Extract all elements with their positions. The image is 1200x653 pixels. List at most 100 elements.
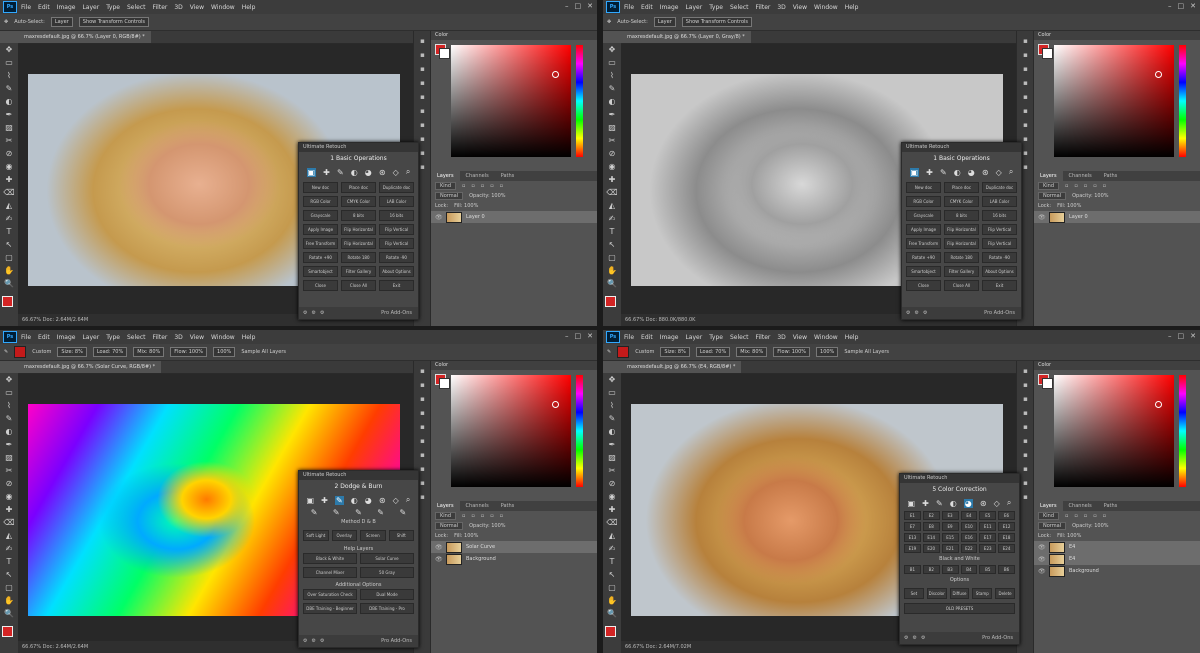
color-effect-button[interactable]: E6 (998, 511, 1015, 520)
marquee-tool-icon[interactable]: ▭ (3, 57, 15, 69)
color-icon[interactable]: ◕ (365, 496, 372, 505)
help-layer-button[interactable]: Solar Curve (360, 553, 414, 564)
color-effect-button[interactable]: E8 (922, 522, 940, 531)
history-brush-icon[interactable]: ✍ (3, 543, 15, 555)
color-effect-button[interactable]: E21 (941, 544, 959, 553)
option-0[interactable]: Auto-Select: (617, 19, 648, 25)
info-icon[interactable]: ⚙ (311, 638, 315, 644)
eye-icon[interactable]: 👁 (1038, 214, 1046, 221)
type-tool-icon[interactable]: T (606, 556, 618, 568)
color-effect-button[interactable]: E11 (979, 522, 997, 531)
menu-item-edit[interactable]: Edit (641, 4, 653, 11)
layer-name[interactable]: Layer 0 (1069, 214, 1088, 220)
panel-button[interactable]: Rotate -90 (982, 252, 1017, 263)
layers-tab-paths[interactable]: Paths (495, 173, 521, 179)
brush-icon[interactable]: ▪ (1021, 79, 1031, 87)
menu-item-window[interactable]: Window (211, 4, 235, 11)
additional-option-button[interactable]: DBE Training - Beginner (303, 603, 357, 614)
panel-button[interactable]: Place doc (341, 182, 376, 193)
panel-button[interactable]: 8 bits (341, 210, 376, 221)
panel-button[interactable]: Flip Vertical (379, 238, 414, 249)
method-button[interactable]: Overlay (331, 530, 357, 541)
adjustment-filter-icon[interactable]: ▫ (471, 513, 474, 519)
zoom-icon[interactable]: ⌕ (1007, 498, 1011, 508)
smartobject-filter-icon[interactable]: ▫ (1103, 183, 1106, 189)
sharpen-tool-icon[interactable]: ◭ (606, 530, 618, 542)
properties-icon[interactable]: ▪ (1021, 51, 1031, 59)
menu-item-layer[interactable]: Layer (82, 334, 99, 341)
info-icon[interactable]: ▪ (418, 149, 428, 157)
tool-preset-icon[interactable]: ✥ (607, 19, 611, 25)
menu-item-select[interactable]: Select (127, 4, 146, 11)
color-icon[interactable]: ◕ (968, 168, 975, 177)
bw-effect-button[interactable]: B6 (998, 565, 1015, 574)
menu-item-image[interactable]: Image (660, 334, 679, 341)
bw-effect-button[interactable]: B2 (922, 565, 940, 574)
menu-item-help[interactable]: Help (845, 334, 859, 341)
pixel-filter-icon[interactable]: ▫ (462, 513, 465, 519)
color-picker-ring[interactable] (552, 401, 559, 408)
color-effect-button[interactable]: E5 (979, 511, 997, 520)
lasso-tool-icon[interactable]: ⌇ (606, 70, 618, 82)
color-effect-button[interactable]: E15 (941, 533, 959, 542)
basic-ops-icon[interactable]: ▣ (908, 499, 916, 508)
crop-tool-icon[interactable]: ✂ (3, 135, 15, 147)
gradient-tool-icon[interactable]: ▨ (3, 122, 15, 134)
adjustment-filter-icon[interactable]: ▫ (1074, 513, 1077, 519)
blend-mode-select[interactable]: Normal (435, 192, 464, 200)
menu-item-image[interactable]: Image (57, 4, 76, 11)
hand-tool-icon[interactable]: ✋ (606, 595, 618, 607)
color-picker-field[interactable] (1054, 45, 1174, 157)
maximize-icon[interactable]: □ (1178, 332, 1185, 340)
gradient-tool-icon[interactable]: ▨ (3, 452, 15, 464)
dodge-tool-icon[interactable]: ✎ (311, 508, 318, 517)
option-button[interactable]: Stamp (972, 588, 993, 599)
character-icon[interactable]: ▪ (1021, 121, 1031, 129)
layer-name[interactable]: E4 (1069, 556, 1075, 562)
menu-item-3d[interactable]: 3D (777, 4, 785, 11)
type-filter-icon[interactable]: ▫ (481, 183, 484, 189)
sharpen-tool-icon[interactable]: ◭ (3, 530, 15, 542)
marquee-tool-icon[interactable]: ▭ (606, 387, 618, 399)
menu-item-file[interactable]: File (21, 4, 31, 11)
layer-row[interactable]: 👁 Layer 0 (1034, 211, 1200, 223)
help-layer-button[interactable]: 50 Gray (360, 567, 414, 578)
menu-item-help[interactable]: Help (242, 4, 256, 11)
zoom-tool-icon[interactable]: 🔍 (606, 278, 618, 290)
pen-tool-icon[interactable]: ✒ (3, 109, 15, 121)
hue-slider[interactable] (576, 375, 583, 487)
panel-button[interactable]: About Options (379, 266, 414, 277)
styles-icon[interactable]: ▪ (418, 437, 428, 445)
gradient-tool-icon[interactable]: ▨ (606, 122, 618, 134)
hue-slider[interactable] (1179, 45, 1186, 157)
layer-name[interactable]: E4 (1069, 544, 1075, 550)
panel-button[interactable]: 16 bits (982, 210, 1017, 221)
color-effect-button[interactable]: E18 (998, 533, 1015, 542)
minimize-icon[interactable]: – (565, 2, 569, 10)
method-button[interactable]: Screen (360, 530, 386, 541)
adjustments-icon[interactable]: ▪ (418, 65, 428, 73)
brush-color-swatch[interactable] (14, 346, 27, 358)
settings-gear-icon[interactable]: ⚙ (303, 310, 307, 316)
menu-item-3d[interactable]: 3D (777, 334, 785, 341)
panel-button[interactable]: CMYK Color (944, 196, 979, 207)
tool-preset-icon[interactable]: ✎ (4, 349, 8, 355)
color-picker-ring[interactable] (552, 71, 559, 78)
settings-gear-icon[interactable]: ⚙ (906, 310, 910, 316)
document-tab[interactable]: maxresdefault.jpg @ 66.7% (E4, RGB/8#) * (621, 361, 742, 373)
settings-gear-icon[interactable]: ⚙ (904, 635, 908, 641)
menu-item-image[interactable]: Image (660, 4, 679, 11)
panel-button[interactable]: New doc (303, 182, 338, 193)
path-select-icon[interactable]: ↖ (606, 239, 618, 251)
type-tool-icon[interactable]: T (3, 556, 15, 568)
panel-button[interactable]: Flip Vertical (982, 238, 1017, 249)
styles-icon[interactable]: ▪ (1021, 107, 1031, 115)
panel-button[interactable]: Rotate 180 (944, 252, 979, 263)
history-icon[interactable]: ▪ (1021, 367, 1031, 375)
zoom-tool-icon[interactable]: 🔍 (606, 608, 618, 620)
menu-item-window[interactable]: Window (814, 334, 838, 341)
color-picker-ring[interactable] (1155, 401, 1162, 408)
path-select-icon[interactable]: ↖ (3, 239, 15, 251)
menu-item-file[interactable]: File (624, 334, 634, 341)
sharpen-tool-icon[interactable]: ◭ (3, 200, 15, 212)
